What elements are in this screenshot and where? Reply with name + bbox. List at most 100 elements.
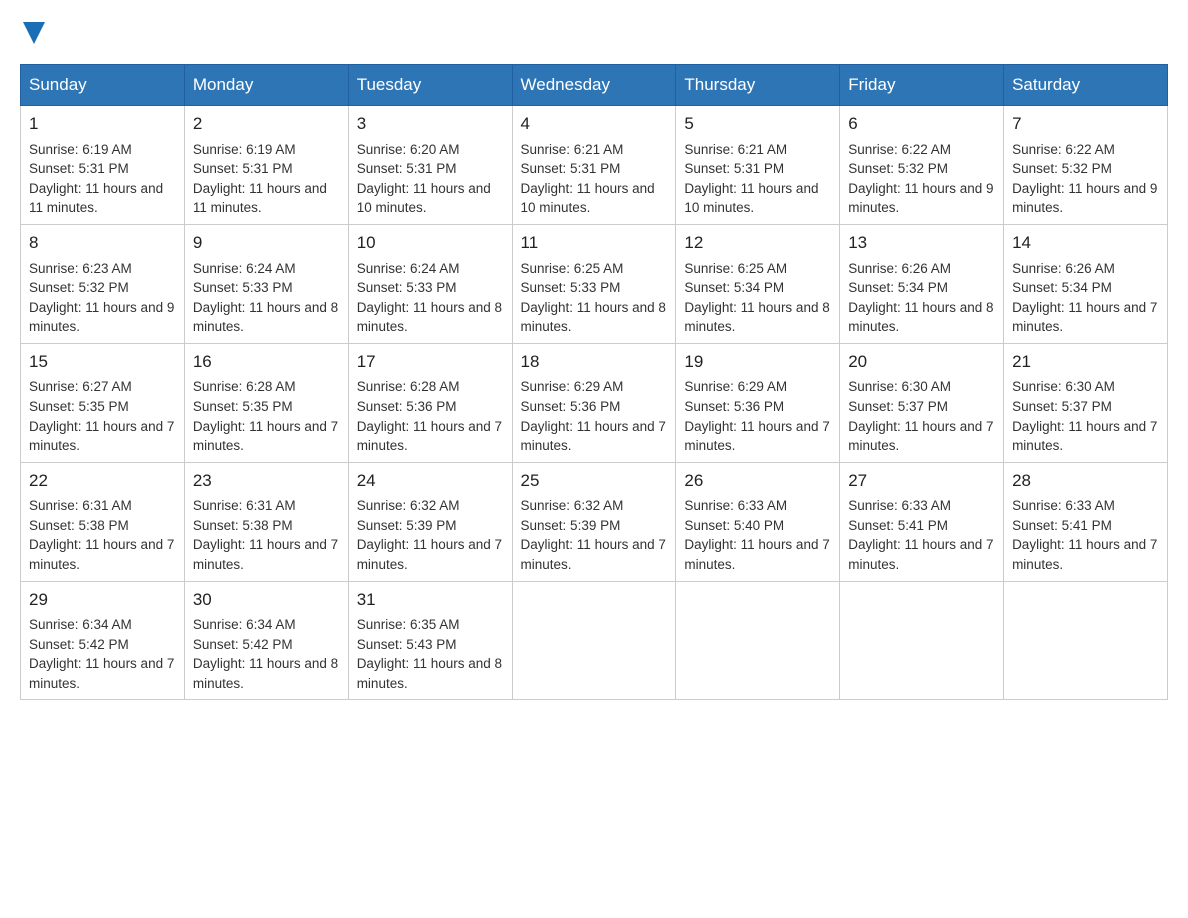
calendar-day-23: 23 Sunrise: 6:31 AM Sunset: 5:38 PM Dayl… [184,462,348,581]
day-number: 4 [521,112,668,137]
sunrise-label: Sunrise: 6:30 AM [848,379,951,394]
calendar-day-7: 7 Sunrise: 6:22 AM Sunset: 5:32 PM Dayli… [1004,106,1168,225]
daylight-label: Daylight: 11 hours and 9 minutes. [848,181,993,216]
sunrise-label: Sunrise: 6:21 AM [521,142,624,157]
calendar-day-3: 3 Sunrise: 6:20 AM Sunset: 5:31 PM Dayli… [348,106,512,225]
col-header-sunday: Sunday [21,65,185,106]
sunset-label: Sunset: 5:43 PM [357,637,457,652]
daylight-label: Daylight: 11 hours and 7 minutes. [1012,419,1157,454]
sunset-label: Sunset: 5:35 PM [29,399,129,414]
sunset-label: Sunset: 5:34 PM [1012,280,1112,295]
calendar-day-6: 6 Sunrise: 6:22 AM Sunset: 5:32 PM Dayli… [840,106,1004,225]
daylight-label: Daylight: 11 hours and 7 minutes. [1012,537,1157,572]
calendar-day-27: 27 Sunrise: 6:33 AM Sunset: 5:41 PM Dayl… [840,462,1004,581]
daylight-label: Daylight: 11 hours and 7 minutes. [521,537,666,572]
sunrise-label: Sunrise: 6:28 AM [193,379,296,394]
calendar-day-5: 5 Sunrise: 6:21 AM Sunset: 5:31 PM Dayli… [676,106,840,225]
sunrise-label: Sunrise: 6:32 AM [521,498,624,513]
daylight-label: Daylight: 11 hours and 10 minutes. [357,181,491,216]
calendar-header-row: SundayMondayTuesdayWednesdayThursdayFrid… [21,65,1168,106]
sunset-label: Sunset: 5:42 PM [29,637,129,652]
sunset-label: Sunset: 5:37 PM [848,399,948,414]
daylight-label: Daylight: 11 hours and 8 minutes. [521,300,666,335]
daylight-label: Daylight: 11 hours and 7 minutes. [193,419,338,454]
daylight-label: Daylight: 11 hours and 8 minutes. [848,300,993,335]
sunset-label: Sunset: 5:40 PM [684,518,784,533]
sunrise-label: Sunrise: 6:20 AM [357,142,460,157]
day-number: 6 [848,112,995,137]
sunrise-label: Sunrise: 6:24 AM [357,261,460,276]
calendar-day-12: 12 Sunrise: 6:25 AM Sunset: 5:34 PM Dayl… [676,224,840,343]
day-number: 1 [29,112,176,137]
sunrise-label: Sunrise: 6:33 AM [684,498,787,513]
sunrise-label: Sunrise: 6:25 AM [684,261,787,276]
daylight-label: Daylight: 11 hours and 7 minutes. [684,537,829,572]
calendar-day-18: 18 Sunrise: 6:29 AM Sunset: 5:36 PM Dayl… [512,343,676,462]
calendar-table: SundayMondayTuesdayWednesdayThursdayFrid… [20,64,1168,700]
sunrise-label: Sunrise: 6:25 AM [521,261,624,276]
sunset-label: Sunset: 5:39 PM [357,518,457,533]
calendar-day-15: 15 Sunrise: 6:27 AM Sunset: 5:35 PM Dayl… [21,343,185,462]
sunrise-label: Sunrise: 6:26 AM [1012,261,1115,276]
daylight-label: Daylight: 11 hours and 10 minutes. [521,181,655,216]
daylight-label: Daylight: 11 hours and 10 minutes. [684,181,818,216]
day-number: 21 [1012,350,1159,375]
sunrise-label: Sunrise: 6:33 AM [1012,498,1115,513]
day-number: 20 [848,350,995,375]
calendar-day-19: 19 Sunrise: 6:29 AM Sunset: 5:36 PM Dayl… [676,343,840,462]
daylight-label: Daylight: 11 hours and 7 minutes. [29,419,174,454]
sunset-label: Sunset: 5:36 PM [357,399,457,414]
daylight-label: Daylight: 11 hours and 8 minutes. [684,300,829,335]
sunrise-label: Sunrise: 6:28 AM [357,379,460,394]
calendar-week-2: 8 Sunrise: 6:23 AM Sunset: 5:32 PM Dayli… [21,224,1168,343]
sunset-label: Sunset: 5:32 PM [1012,161,1112,176]
sunrise-label: Sunrise: 6:34 AM [193,617,296,632]
calendar-week-5: 29 Sunrise: 6:34 AM Sunset: 5:42 PM Dayl… [21,581,1168,700]
day-number: 23 [193,469,340,494]
day-number: 29 [29,588,176,613]
day-number: 24 [357,469,504,494]
sunset-label: Sunset: 5:36 PM [684,399,784,414]
sunset-label: Sunset: 5:41 PM [1012,518,1112,533]
page-header [20,20,1168,44]
calendar-day-4: 4 Sunrise: 6:21 AM Sunset: 5:31 PM Dayli… [512,106,676,225]
calendar-day-29: 29 Sunrise: 6:34 AM Sunset: 5:42 PM Dayl… [21,581,185,700]
sunset-label: Sunset: 5:32 PM [29,280,129,295]
daylight-label: Daylight: 11 hours and 7 minutes. [357,419,502,454]
sunrise-label: Sunrise: 6:23 AM [29,261,132,276]
day-number: 28 [1012,469,1159,494]
sunset-label: Sunset: 5:31 PM [193,161,293,176]
logo [20,20,45,44]
day-number: 5 [684,112,831,137]
sunset-label: Sunset: 5:31 PM [357,161,457,176]
day-number: 2 [193,112,340,137]
sunrise-label: Sunrise: 6:29 AM [684,379,787,394]
day-number: 14 [1012,231,1159,256]
day-number: 27 [848,469,995,494]
daylight-label: Daylight: 11 hours and 7 minutes. [193,537,338,572]
daylight-label: Daylight: 11 hours and 7 minutes. [29,656,174,691]
sunrise-label: Sunrise: 6:22 AM [1012,142,1115,157]
sunset-label: Sunset: 5:42 PM [193,637,293,652]
day-number: 30 [193,588,340,613]
daylight-label: Daylight: 11 hours and 7 minutes. [357,537,502,572]
sunset-label: Sunset: 5:34 PM [684,280,784,295]
calendar-day-10: 10 Sunrise: 6:24 AM Sunset: 5:33 PM Dayl… [348,224,512,343]
day-number: 22 [29,469,176,494]
sunrise-label: Sunrise: 6:24 AM [193,261,296,276]
sunrise-label: Sunrise: 6:26 AM [848,261,951,276]
day-number: 7 [1012,112,1159,137]
logo-triangle-icon [23,22,45,44]
sunrise-label: Sunrise: 6:31 AM [29,498,132,513]
daylight-label: Daylight: 11 hours and 7 minutes. [521,419,666,454]
sunset-label: Sunset: 5:33 PM [357,280,457,295]
sunrise-label: Sunrise: 6:19 AM [29,142,132,157]
day-number: 3 [357,112,504,137]
day-number: 8 [29,231,176,256]
daylight-label: Daylight: 11 hours and 7 minutes. [1012,300,1157,335]
calendar-day-21: 21 Sunrise: 6:30 AM Sunset: 5:37 PM Dayl… [1004,343,1168,462]
col-header-friday: Friday [840,65,1004,106]
day-number: 17 [357,350,504,375]
daylight-label: Daylight: 11 hours and 11 minutes. [193,181,327,216]
day-number: 31 [357,588,504,613]
